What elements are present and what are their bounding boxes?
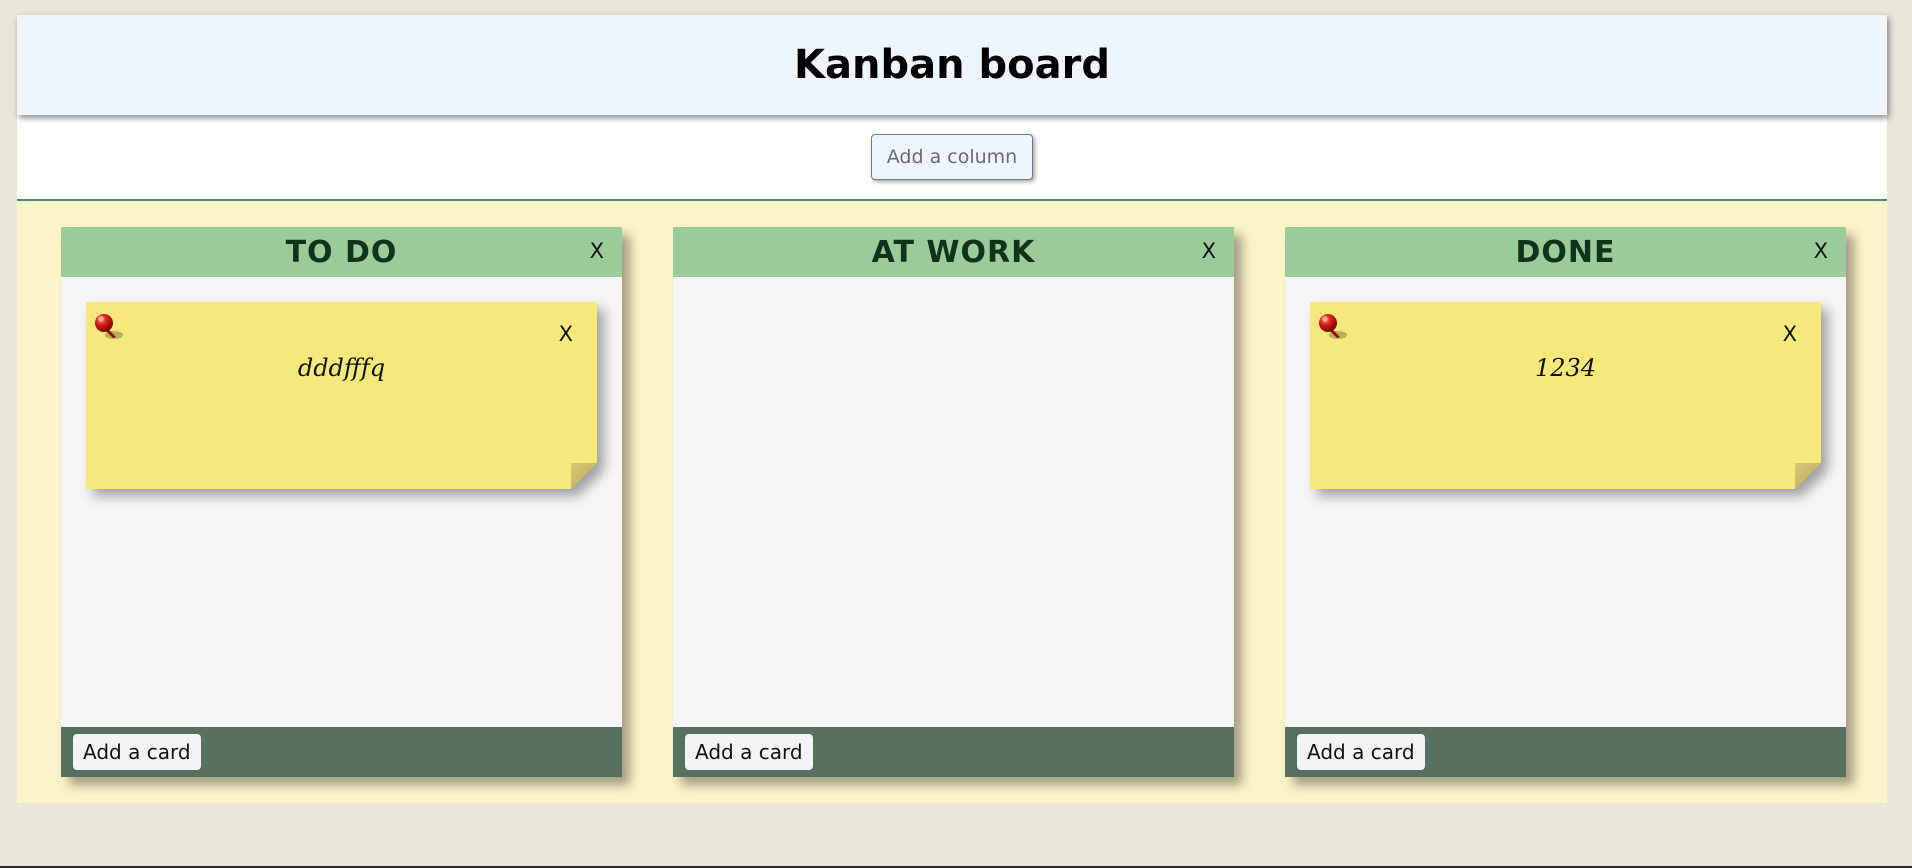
column-header: TO DO X [61, 227, 622, 277]
page-title: Kanban board [794, 42, 1110, 88]
page-header: Kanban board [17, 15, 1887, 115]
card-text: 1234 [1534, 354, 1597, 382]
column-done: DONE X X 1234 Add a card [1285, 227, 1846, 777]
column-header: DONE X [1285, 227, 1846, 277]
card-fold-corner [571, 463, 597, 489]
column-body: X 1234 [1285, 277, 1846, 727]
add-card-button[interactable]: Add a card [685, 734, 813, 770]
card[interactable]: X 1234 [1310, 302, 1821, 489]
card-text: dddfffq [297, 354, 386, 382]
column-header: AT WORK X [673, 227, 1234, 277]
card-wrapper: X dddfffq [86, 302, 597, 489]
card-close-button[interactable]: X [1783, 322, 1797, 346]
add-card-button[interactable]: Add a card [1297, 734, 1425, 770]
column-body: X dddfffq [61, 277, 622, 727]
card[interactable]: X dddfffq [86, 302, 597, 489]
card-close-button[interactable]: X [559, 322, 573, 346]
kanban-board: TO DO X X dddfffq Add a card AT WORK X A… [17, 201, 1887, 803]
card-wrapper: X 1234 [1310, 302, 1821, 489]
column-footer: Add a card [673, 727, 1234, 777]
column-at-work: AT WORK X Add a card [673, 227, 1234, 777]
column-close-button[interactable]: X [1814, 239, 1828, 263]
card-fold-corner [1795, 463, 1821, 489]
toolbar: Add a column [17, 115, 1887, 201]
pushpin-icon [90, 307, 130, 347]
column-todo: TO DO X X dddfffq Add a card [61, 227, 622, 777]
column-title: TO DO [285, 234, 398, 270]
column-close-button[interactable]: X [590, 239, 604, 263]
column-footer: Add a card [61, 727, 622, 777]
column-title: AT WORK [871, 234, 1036, 270]
kanban-app: Kanban board Add a column TO DO X X dddf… [17, 15, 1887, 803]
column-footer: Add a card [1285, 727, 1846, 777]
pushpin-icon [1314, 307, 1354, 347]
add-card-button[interactable]: Add a card [73, 734, 201, 770]
column-close-button[interactable]: X [1202, 239, 1216, 263]
add-column-button[interactable]: Add a column [870, 134, 1034, 180]
column-title: DONE [1515, 234, 1616, 270]
column-body [673, 277, 1234, 727]
